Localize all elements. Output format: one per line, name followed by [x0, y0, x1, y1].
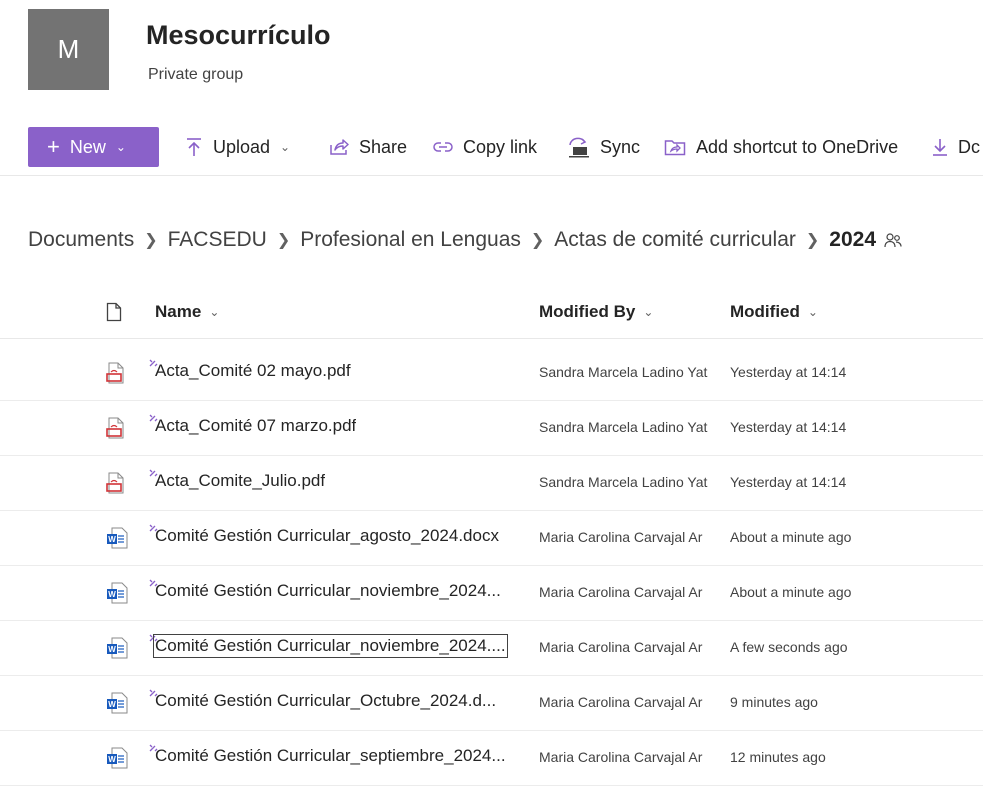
column-header-modified-by-label: Modified By — [539, 302, 636, 321]
chevron-right-icon: ❯ — [805, 232, 820, 249]
group-privacy-label: Private group — [148, 66, 244, 83]
word-file-icon: W — [106, 582, 128, 609]
pdf-file-icon — [106, 362, 126, 389]
upload-label: Upload — [213, 136, 271, 157]
file-row[interactable]: W Comité Gestión Curricular_noviembre_20… — [0, 621, 983, 676]
folder-shortcut-icon — [664, 138, 686, 156]
modified-date-cell: 12 minutes ago — [730, 749, 826, 765]
word-file-icon: W — [106, 527, 128, 554]
file-row[interactable]: Acta_Comite_Julio.pdf Sandra Marcela Ladi… — [0, 456, 983, 511]
svg-text:W: W — [108, 535, 116, 544]
group-avatar[interactable]: M — [28, 9, 109, 90]
download-icon — [932, 137, 948, 157]
chevron-down-icon: ⌄ — [115, 140, 126, 154]
chevron-right-icon: ❯ — [276, 232, 291, 249]
svg-text:W: W — [108, 755, 116, 764]
new-button[interactable]: + New ⌄ — [28, 127, 159, 167]
modified-date-cell: Yesterday at 14:14 — [730, 474, 847, 490]
column-header-name[interactable]: Name ⌄ — [155, 286, 219, 338]
file-row[interactable]: W Comité Gestión Curricular_agosto_2024.… — [0, 511, 983, 566]
svg-text:W: W — [108, 700, 116, 709]
column-header-modified-label: Modified — [730, 302, 800, 321]
modified-date-cell: About a minute ago — [730, 584, 852, 600]
breadcrumb-current-folder: 2024 — [829, 228, 877, 251]
upload-icon — [185, 137, 203, 157]
file-name-link[interactable]: Comité Gestión Curricular_agosto_2024.do… — [155, 526, 499, 546]
sync-button[interactable]: Sync — [566, 127, 640, 167]
modified-by-cell: Sandra Marcela Ladino Yat — [539, 419, 708, 435]
file-name-link[interactable]: Acta_Comité 07 marzo.pdf — [155, 416, 356, 436]
modified-by-cell: Maria Carolina Carvajal Ar — [539, 694, 703, 710]
chevron-down-icon: ⌄ — [643, 305, 654, 319]
copy-link-label: Copy link — [463, 136, 538, 157]
sync-icon — [566, 136, 590, 158]
file-name-link[interactable]: Comité Gestión Curricular_noviembre_2024… — [153, 634, 508, 658]
modified-by-cell: Sandra Marcela Ladino Yat — [539, 364, 708, 380]
svg-text:W: W — [108, 645, 116, 654]
column-header-modified[interactable]: Modified ⌄ — [730, 286, 818, 338]
upload-button[interactable]: Upload ⌄ — [185, 127, 290, 167]
file-type-column-icon[interactable] — [106, 302, 122, 327]
breadcrumb-profesional-en-lenguas[interactable]: Profesional en Lenguas — [300, 228, 521, 252]
chevron-right-icon: ❯ — [530, 232, 545, 249]
file-name-link[interactable]: Comité Gestión Curricular_septiembre_202… — [155, 746, 506, 766]
add-shortcut-label: Add shortcut to OneDrive — [696, 136, 899, 157]
modified-date-cell: About a minute ago — [730, 529, 852, 545]
command-bar: + New ⌄ Upload ⌄ Share Copy link Sync Ad… — [0, 123, 983, 176]
chevron-down-icon: ⌄ — [807, 305, 818, 319]
file-name-link[interactable]: Comité Gestión Curricular_Octubre_2024.d… — [155, 691, 496, 711]
plus-icon: + — [47, 134, 60, 159]
modified-by-cell: Maria Carolina Carvajal Ar — [539, 584, 703, 600]
group-header: M Mesocurrículo Private group — [0, 0, 983, 110]
shared-people-icon[interactable] — [884, 232, 902, 248]
add-shortcut-button[interactable]: Add shortcut to OneDrive — [664, 127, 898, 167]
modified-date-cell: Yesterday at 14:14 — [730, 419, 847, 435]
download-button[interactable]: Dc — [932, 127, 980, 167]
download-label: Dc — [958, 136, 980, 157]
modified-by-cell: Sandra Marcela Ladino Yat — [539, 474, 708, 490]
chevron-down-icon: ⌄ — [280, 140, 291, 154]
file-row[interactable]: W Comité Gestión Curricular_septiembre_2… — [0, 731, 983, 786]
copy-link-button[interactable]: Copy link — [433, 127, 537, 167]
group-avatar-letter: M — [57, 34, 80, 64]
file-list-header: Name ⌄ Modified By ⌄ Modified ⌄ — [0, 286, 983, 339]
file-name-link[interactable]: Acta_Comite_Julio.pdf — [155, 471, 325, 491]
column-header-name-label: Name — [155, 302, 202, 321]
link-icon — [433, 141, 453, 153]
file-row[interactable]: Acta_Comité 07 marzo.pdf Sandra Marcela L… — [0, 401, 983, 456]
file-name-link[interactable]: Acta_Comité 02 mayo.pdf — [155, 361, 351, 381]
new-button-label: New — [69, 136, 106, 157]
file-name-link[interactable]: Comité Gestión Curricular_noviembre_2024… — [155, 581, 501, 601]
modified-date-cell: Yesterday at 14:14 — [730, 364, 847, 380]
svg-text:W: W — [108, 590, 116, 599]
modified-by-cell: Maria Carolina Carvajal Ar — [539, 749, 703, 765]
chevron-right-icon: ❯ — [144, 232, 158, 249]
breadcrumb-documents[interactable]: Documents — [28, 228, 134, 252]
word-file-icon: W — [106, 692, 128, 719]
sync-label: Sync — [600, 136, 641, 157]
share-label: Share — [359, 136, 408, 157]
chevron-down-icon: ⌄ — [209, 305, 220, 319]
group-title[interactable]: Mesocurrículo — [146, 20, 331, 51]
file-row[interactable]: W Comité Gestión Curricular_noviembre_20… — [0, 566, 983, 621]
pdf-file-icon — [106, 417, 126, 444]
file-row[interactable]: W Comité Gestión Curricular_Octubre_2024… — [0, 676, 983, 731]
modified-by-cell: Maria Carolina Carvajal Ar — [539, 639, 703, 655]
modified-date-cell: A few seconds ago — [730, 639, 848, 655]
pdf-file-icon — [106, 472, 126, 499]
word-file-icon: W — [106, 637, 128, 664]
modified-by-cell: Maria Carolina Carvajal Ar — [539, 529, 703, 545]
modified-date-cell: 9 minutes ago — [730, 694, 818, 710]
column-header-modified-by[interactable]: Modified By ⌄ — [539, 286, 653, 338]
share-icon — [329, 138, 349, 156]
breadcrumb: Documents ❯ FACSEDU ❯ Profesional en Len… — [28, 222, 978, 258]
breadcrumb-actas[interactable]: Actas de comité curricular — [554, 228, 796, 252]
breadcrumb-facsedu[interactable]: FACSEDU — [168, 228, 267, 252]
share-button[interactable]: Share — [329, 127, 407, 167]
file-row[interactable]: Acta_Comité 02 mayo.pdf Sandra Marcela La… — [0, 346, 983, 401]
